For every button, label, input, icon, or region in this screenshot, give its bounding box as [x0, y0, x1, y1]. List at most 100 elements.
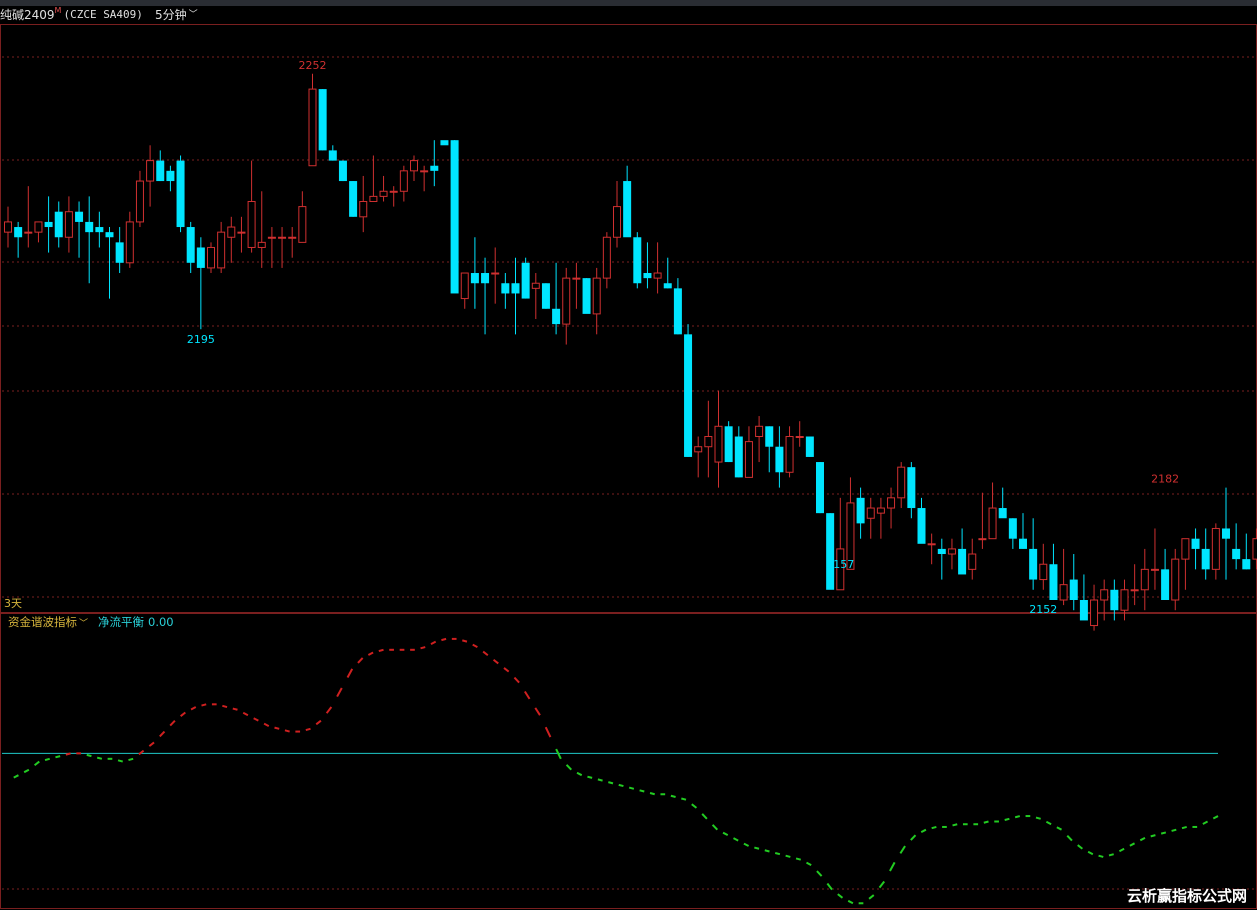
- candle-body-down: [176, 160, 185, 228]
- candle-body-up: [1171, 558, 1180, 601]
- candle-body-up: [1211, 527, 1220, 570]
- candle-body-up: [795, 436, 804, 439]
- candle-body-down: [1029, 548, 1038, 580]
- right-high-price-label: 2182: [1151, 473, 1179, 486]
- candle-body-down: [775, 446, 784, 473]
- candle-body-up: [4, 221, 12, 233]
- indicator-segment: [1181, 825, 1187, 830]
- indicator-segment: [274, 726, 280, 730]
- indicator-header: 资金谐波指标 ﹀ 净流平衡 0.00: [8, 614, 174, 630]
- candle-body-down: [85, 221, 94, 233]
- indicator-segment: [534, 707, 541, 716]
- indicator-segment: [180, 711, 186, 717]
- candle-body-down: [552, 308, 561, 325]
- candle-body-up: [887, 497, 896, 509]
- indicator-segment: [743, 842, 750, 847]
- indicator-segment: [472, 643, 478, 648]
- candle-body-down: [816, 462, 824, 514]
- indicator-segment: [587, 775, 593, 779]
- indicator-segment: [1160, 831, 1167, 835]
- candle-body-up: [613, 206, 621, 238]
- candle-body-up: [978, 538, 987, 541]
- candle-body-up: [744, 441, 753, 478]
- indicator-segment: [305, 727, 311, 732]
- indicator-selector[interactable]: 资金谐波指标 ﹀: [8, 615, 88, 629]
- indicator-segment: [86, 753, 92, 758]
- candle-body-up: [491, 272, 500, 275]
- candle-body-down: [450, 140, 459, 294]
- indicator-segment: [65, 752, 71, 756]
- candle-body-down: [95, 227, 104, 233]
- candle-body-up: [714, 425, 723, 463]
- candle-body-down: [684, 334, 693, 457]
- indicator-segment: [1087, 850, 1094, 856]
- candle-body-up: [1181, 538, 1190, 560]
- candle-body-up: [602, 236, 611, 279]
- indicator-segment: [868, 894, 875, 900]
- candle-body-down: [349, 181, 358, 217]
- indicator-segment: [1098, 854, 1104, 858]
- indicator-segment: [462, 639, 468, 643]
- candle-body-up: [1039, 563, 1048, 581]
- candle-body-up: [267, 236, 276, 239]
- chart-canvas[interactable]: 2252 2195 2157 2152 2182: [0, 0, 1257, 910]
- candle-body-down: [998, 508, 1007, 519]
- candle-body-down: [115, 242, 124, 263]
- candle-body-up: [217, 231, 226, 269]
- chevron-down-icon: ﹀: [79, 619, 89, 629]
- candle-body-up: [135, 180, 144, 223]
- candle-body-up: [64, 211, 73, 238]
- indicator-segment: [315, 719, 322, 726]
- indicator-segment: [420, 646, 426, 650]
- indicator-segment: [1202, 820, 1209, 825]
- candle-body-up: [227, 226, 236, 238]
- indicator-segment: [357, 657, 364, 664]
- candle-body-up: [298, 206, 307, 243]
- indicator-segment: [837, 893, 844, 899]
- candle-body-up: [592, 277, 601, 315]
- candle-body-down: [75, 211, 84, 222]
- indicator-segment: [336, 687, 343, 698]
- indicator-segment: [128, 757, 134, 762]
- indicator-segment: [23, 768, 30, 774]
- candle-body-down: [1008, 518, 1017, 539]
- candle-body-down: [541, 283, 550, 309]
- candle-body-up: [968, 553, 977, 570]
- candle-body-down: [1019, 538, 1027, 549]
- indicator-segment: [889, 861, 896, 872]
- indicator-segment: [263, 722, 270, 728]
- candle-body-up: [1140, 568, 1149, 591]
- candle-body-down: [521, 262, 530, 299]
- indicator-segment: [190, 706, 197, 711]
- indicator-segment: [159, 730, 166, 738]
- indicator-segment: [325, 706, 333, 714]
- candle-body-down: [1191, 538, 1200, 549]
- indicator-segment: [628, 786, 635, 790]
- indicator-segment: [201, 703, 207, 707]
- indicator-name: 资金谐波指标: [8, 615, 77, 629]
- indicator-segment: [1045, 820, 1052, 826]
- indicator-segment: [367, 651, 374, 656]
- indicator-segment: [754, 846, 760, 850]
- candle-body-down: [1232, 548, 1241, 560]
- candle-body-up: [1252, 538, 1257, 560]
- low-price-label-1: 2157: [826, 558, 854, 571]
- candle-body-down: [54, 211, 63, 238]
- indicator-segment: [117, 759, 123, 763]
- indicator-segment: [764, 849, 770, 853]
- candle-body-down: [633, 237, 642, 284]
- indicator-segment: [1066, 834, 1073, 842]
- candle-body-down: [470, 273, 479, 284]
- candle-body-down: [1069, 579, 1078, 600]
- candle-body-down: [1201, 548, 1210, 570]
- candle-body-up: [653, 272, 662, 279]
- candle-body-up: [694, 446, 703, 453]
- candle-body-down: [958, 548, 967, 575]
- indicator-segment: [1150, 834, 1156, 838]
- indicator-panel-frame: [0, 613, 1257, 909]
- candle-body-down: [430, 165, 439, 171]
- candle-body-down: [481, 273, 490, 284]
- candle-body-down: [937, 548, 946, 555]
- candle-body-down: [328, 150, 337, 161]
- local-low-label: 2195: [187, 333, 215, 346]
